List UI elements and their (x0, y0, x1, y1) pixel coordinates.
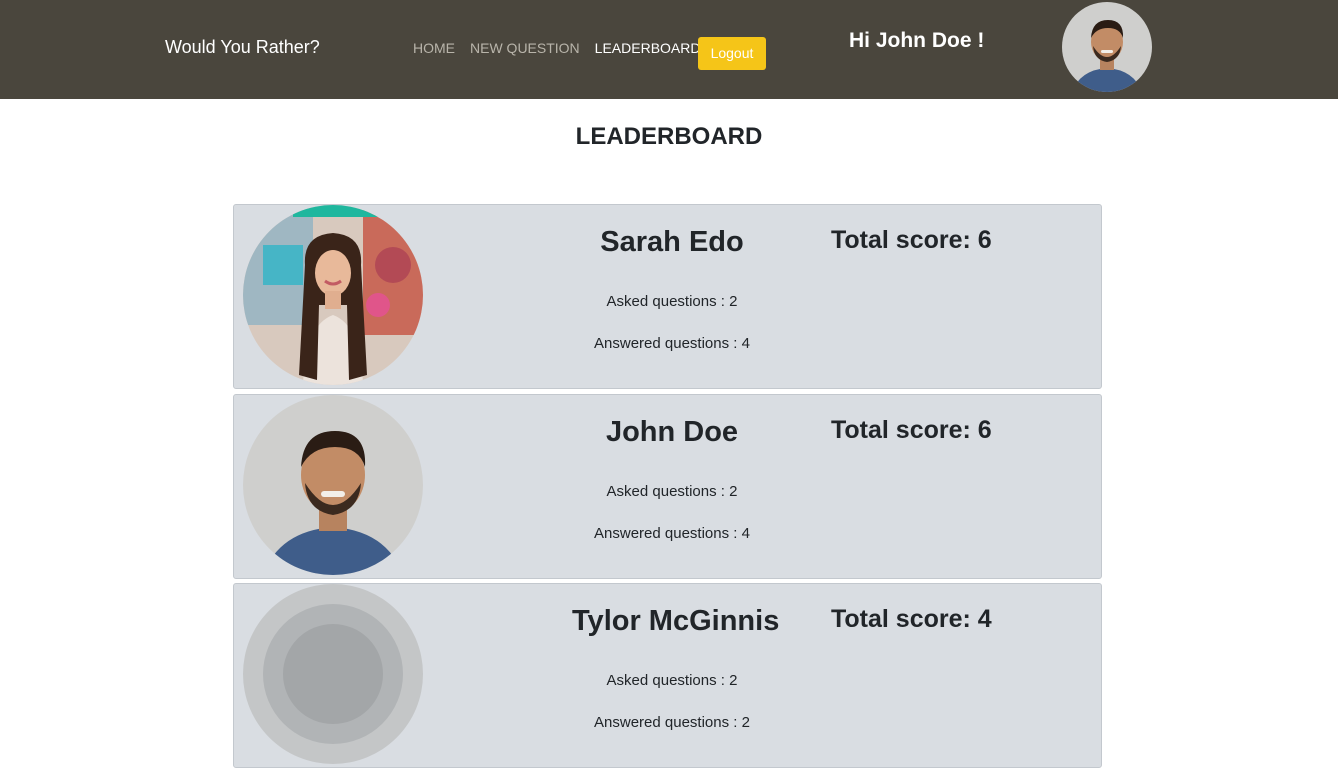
user-avatar-icon (243, 584, 423, 764)
asked-questions: Asked questions : 2 (606, 293, 738, 310)
asked-questions: Asked questions : 2 (606, 672, 738, 689)
answered-questions: Answered questions : 2 (594, 714, 750, 731)
nav-links: HOME NEW QUESTION LEADERBOARD (413, 40, 700, 57)
top-navbar: Would You Rather? HOME NEW QUESTION LEAD… (0, 0, 1338, 99)
brand-title[interactable]: Would You Rather? (165, 36, 320, 58)
nav-link-new-question[interactable]: NEW QUESTION (470, 40, 580, 57)
total-score: Total score: 6 (831, 416, 992, 444)
asked-questions: Asked questions : 2 (606, 483, 738, 500)
user-greeting: Hi John Doe ! (849, 29, 985, 52)
total-score: Total score: 4 (831, 605, 992, 633)
answered-questions: Answered questions : 4 (594, 525, 750, 542)
leaderboard-card: John Doe Asked questions : 2 Answered qu… (233, 394, 1102, 579)
male-user-avatar-icon (243, 395, 423, 575)
user-name: Tylor McGinnis (572, 605, 780, 637)
logout-button[interactable]: Logout (698, 37, 766, 70)
total-score: Total score: 6 (831, 226, 992, 254)
female-user-avatar-icon (243, 205, 423, 385)
page-title: LEADERBOARD (575, 123, 763, 150)
male-user-avatar-icon (1062, 2, 1152, 92)
leaderboard-card: Tylor McGinnis Asked questions : 2 Answe… (233, 583, 1102, 768)
user-name: John Doe (605, 416, 739, 448)
nav-link-home[interactable]: HOME (413, 40, 455, 57)
leaderboard-card: Sarah Edo Asked questions : 2 Answered q… (233, 204, 1102, 389)
answered-questions: Answered questions : 4 (594, 335, 750, 352)
user-name: Sarah Edo (600, 226, 744, 258)
nav-link-leaderboard[interactable]: LEADERBOARD (595, 40, 701, 57)
